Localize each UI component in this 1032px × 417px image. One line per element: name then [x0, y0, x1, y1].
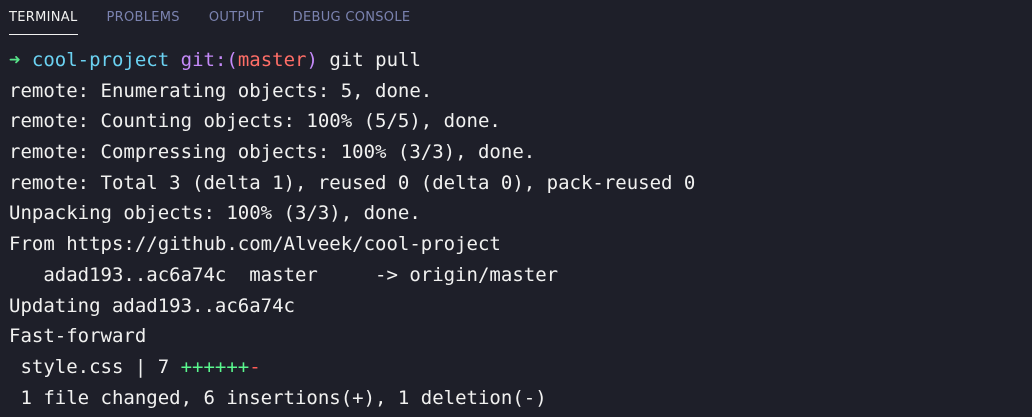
output-line: remote: Counting objects: 100% (5/5), do…	[9, 110, 501, 133]
output-line: remote: Total 3 (delta 1), reused 0 (del…	[9, 171, 696, 194]
tab-debug-console[interactable]: DEBUG CONSOLE	[293, 0, 411, 34]
output-line: Updating adad193..ac6a74c	[9, 294, 295, 317]
diffstat-file: style.css | 7	[9, 355, 181, 378]
output-line: Fast-forward	[9, 325, 147, 348]
tab-terminal[interactable]: TERMINAL	[9, 0, 78, 35]
panel-tab-bar: TERMINAL PROBLEMS OUTPUT DEBUG CONSOLE	[0, 0, 439, 38]
output-line: remote: Enumerating objects: 5, done.	[9, 79, 433, 102]
prompt-line: ➜ cool-project git:(master) git pull	[9, 45, 1032, 76]
diffstat-insertions: ++++++	[180, 355, 250, 378]
diffstat-line: style.css | 7 ++++++-	[9, 352, 1032, 383]
output-line: Unpacking objects: 100% (3/3), done.	[9, 202, 421, 225]
terminal-panel: TERMINAL PROBLEMS OUTPUT DEBUG CONSOLE ➜…	[0, 0, 1032, 417]
prompt-directory: cool-project	[31, 49, 170, 71]
summary-line: 1 file changed, 6 insertions(+), 1 delet…	[9, 386, 547, 409]
output-line: adad193..ac6a74c master -> origin/master	[9, 263, 559, 286]
prompt-git-suffix: )	[306, 49, 318, 71]
diffstat-deletions: -	[249, 355, 261, 378]
prompt-branch: master	[237, 49, 307, 71]
tab-problems[interactable]: PROBLEMS	[107, 0, 180, 34]
prompt-command: git pull	[329, 49, 421, 71]
prompt-arrow-icon: ➜	[9, 49, 21, 71]
tab-output[interactable]: OUTPUT	[209, 0, 264, 34]
output-line: From https://github.com/Alveek/cool-proj…	[9, 233, 501, 256]
prompt-git-prefix: git:(	[180, 49, 238, 71]
output-line: remote: Compressing objects: 100% (3/3),…	[9, 141, 536, 164]
terminal-output[interactable]: ➜ cool-project git:(master) git pull rem…	[9, 45, 1032, 413]
